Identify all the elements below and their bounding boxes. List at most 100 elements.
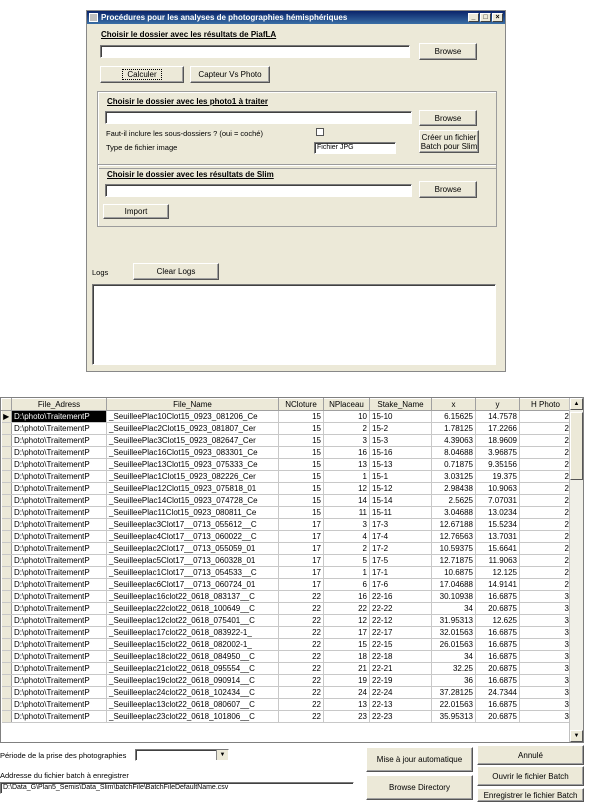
table-cell[interactable]: 15 [278, 482, 324, 495]
table-cell[interactable]: 15-2 [369, 422, 432, 435]
table-cell[interactable]: 2 [519, 506, 572, 519]
table-cell[interactable]: D:\photo\TraitementP [11, 446, 107, 459]
enregistrer-batch-button[interactable]: Enregistrer le fichier Batch [477, 788, 584, 802]
table-cell[interactable]: 17 [323, 626, 370, 639]
table-cell[interactable]: 2 [519, 542, 572, 555]
table-cell[interactable]: 16.6875 [475, 650, 520, 663]
table-cell[interactable]: 17.2266 [475, 422, 520, 435]
table-cell[interactable]: 17 [278, 554, 324, 567]
table-cell[interactable]: 3 [323, 434, 370, 447]
table-cell[interactable]: 15 [278, 470, 324, 483]
table-cell[interactable]: _Seuilleeplac18clot22_0618_084950__C [106, 650, 279, 663]
row-selector[interactable] [1, 542, 12, 555]
table-cell[interactable]: D:\photo\TraitementP [11, 698, 107, 711]
row-selector[interactable] [1, 506, 12, 519]
table-cell[interactable]: 16.6875 [475, 590, 520, 603]
table-cell[interactable]: D:\photo\TraitementP [11, 566, 107, 579]
table-cell[interactable]: 5 [323, 554, 370, 567]
table-cell[interactable]: 22-23 [369, 710, 432, 723]
table-cell[interactable]: D:\photo\TraitementP [11, 662, 107, 675]
periode-combobox[interactable]: ▼ [135, 749, 229, 761]
table-cell[interactable]: 2 [519, 470, 572, 483]
row-selector[interactable] [1, 650, 12, 663]
table-row[interactable]: D:\photo\TraitementP _SeuilleePlac3Clot15… [1, 434, 572, 447]
table-cell[interactable]: 8.04688 [431, 446, 476, 459]
table-cell[interactable]: 1 [323, 470, 370, 483]
table-cell[interactable]: 22-21 [369, 662, 432, 675]
table-cell[interactable]: 22 [278, 626, 324, 639]
table-cell[interactable]: _SeuilleePlac16Clot15_0923_083301_Ce [106, 446, 279, 459]
table-cell[interactable]: 13.0234 [475, 506, 520, 519]
table-cell[interactable]: 22.01563 [431, 698, 476, 711]
row-selector[interactable] [1, 434, 12, 447]
table-cell[interactable]: 3 [519, 626, 572, 639]
table-cell[interactable]: 17 [278, 542, 324, 555]
table-cell[interactable]: 2 [519, 554, 572, 567]
table-cell[interactable]: 15 [278, 458, 324, 471]
table-cell[interactable]: 24.7344 [475, 686, 520, 699]
table-cell[interactable]: D:\photo\TraitementP [11, 602, 107, 615]
table-cell[interactable]: 16 [323, 446, 370, 459]
table-cell[interactable]: 2 [519, 422, 572, 435]
table-cell[interactable]: D:\photo\TraitementP [11, 686, 107, 699]
table-cell[interactable]: 15-11 [369, 506, 432, 519]
row-selector[interactable] [1, 494, 12, 507]
table-cell[interactable]: 15 [278, 446, 324, 459]
table-cell[interactable]: _Seuilleeplac2Clot17__0713_055059_01 [106, 542, 279, 555]
table-row[interactable]: D:\photo\TraitementP _Seuilleeplac21clot2… [1, 662, 572, 675]
table-cell[interactable]: 15.6641 [475, 542, 520, 555]
table-cell[interactable]: 17 [278, 566, 324, 579]
scroll-up-arrow-icon[interactable]: ▲ [570, 398, 583, 410]
table-cell[interactable]: 22 [278, 710, 324, 723]
slim-path-input[interactable] [105, 184, 412, 197]
row-selector[interactable] [1, 446, 12, 459]
table-cell[interactable]: 2 [519, 458, 572, 471]
table-cell[interactable]: D:\photo\TraitementP [11, 518, 107, 531]
table-row[interactable]: D:\photo\TraitementP _Seuilleeplac18clot2… [1, 650, 572, 663]
window-titlebar[interactable]: Procédures pour les analyses de photogra… [87, 11, 505, 24]
table-cell[interactable]: _SeuilleePlac1Clot15_0923_082226_Cer [106, 470, 279, 483]
table-cell[interactable]: 14.7578 [475, 410, 520, 423]
table-cell[interactable]: D:\photo\TraitementP [11, 554, 107, 567]
browse-directory-button[interactable]: Browse Directory [366, 775, 473, 800]
row-selector[interactable] [1, 458, 12, 471]
table-cell[interactable]: 17-4 [369, 530, 432, 543]
subfolders-checkbox[interactable] [316, 128, 324, 136]
table-cell[interactable]: 22-24 [369, 686, 432, 699]
table-cell[interactable]: 22 [278, 650, 324, 663]
close-button[interactable]: × [492, 13, 503, 22]
table-cell[interactable]: D:\photo\TraitementP [11, 410, 107, 423]
column-header-stake-name[interactable]: Stake_Name [369, 398, 432, 411]
table-cell[interactable]: _SeuilleePlac10Clot15_0923_081206_Ce [106, 410, 279, 423]
table-cell[interactable]: 12.125 [475, 566, 520, 579]
table-cell[interactable]: 32.01563 [431, 626, 476, 639]
table-cell[interactable]: 3.03125 [431, 470, 476, 483]
column-header-file-name[interactable]: File_Name [106, 398, 279, 411]
table-cell[interactable]: 14 [323, 494, 370, 507]
table-cell[interactable]: D:\photo\TraitementP [11, 710, 107, 723]
table-cell[interactable]: 15 [278, 494, 324, 507]
column-header-y[interactable]: y [475, 398, 520, 411]
row-selector[interactable] [1, 530, 12, 543]
table-cell[interactable]: 16.6875 [475, 638, 520, 651]
table-cell[interactable]: _Seuilleeplac22clot22_0618_100649__C [106, 602, 279, 615]
table-cell[interactable]: D:\photo\TraitementP [11, 626, 107, 639]
table-cell[interactable]: _Seuilleeplac1Clot17__0713_054533__C [106, 566, 279, 579]
table-cell[interactable]: _SeuilleePlac12Clot15_0923_075818_01 [106, 482, 279, 495]
table-cell[interactable]: 3 [519, 710, 572, 723]
mise-a-jour-button[interactable]: Mise à jour automatique [366, 747, 473, 772]
row-selector[interactable] [1, 662, 12, 675]
maximize-button[interactable]: □ [480, 13, 491, 22]
table-row[interactable]: D:\photo\TraitementP _SeuilleePlac11Clot1… [1, 506, 572, 519]
table-cell[interactable]: 15 [278, 506, 324, 519]
table-cell[interactable]: D:\photo\TraitementP [11, 650, 107, 663]
table-cell[interactable]: 2 [323, 422, 370, 435]
table-cell[interactable]: 18 [323, 650, 370, 663]
table-cell[interactable]: 15-1 [369, 470, 432, 483]
table-cell[interactable]: 14.9141 [475, 578, 520, 591]
calculer-button[interactable]: Calculer [100, 66, 184, 83]
logs-textarea[interactable] [92, 284, 496, 365]
table-cell[interactable]: 23 [323, 710, 370, 723]
table-cell[interactable]: 13 [323, 698, 370, 711]
table-cell[interactable]: 15 [278, 422, 324, 435]
